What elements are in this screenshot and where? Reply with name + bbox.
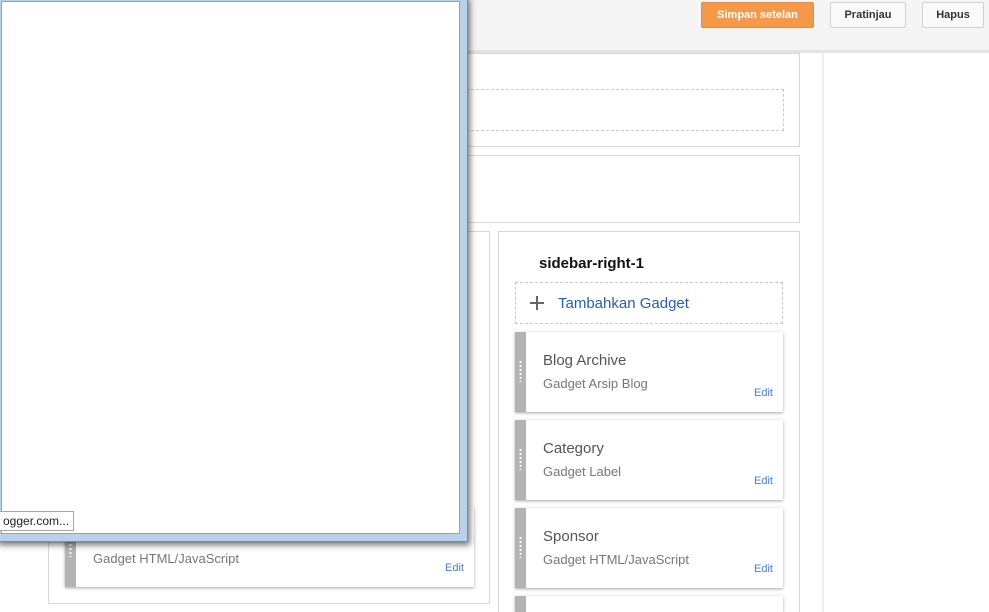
gadget-blog-archive[interactable]: Blog Archive Gadget Arsip Blog Edit — [515, 332, 783, 412]
drag-handle[interactable] — [515, 332, 526, 412]
gadget-edit-link[interactable]: Edit — [754, 563, 773, 575]
gadget-subtitle: Gadget Arsip Blog — [543, 376, 648, 391]
drag-handle[interactable] — [515, 420, 526, 500]
gadget-edit-link[interactable]: Edit — [445, 562, 464, 574]
plus-icon — [530, 296, 544, 310]
gadget-sponsor[interactable]: Sponsor Gadget HTML/JavaScript Edit — [515, 508, 783, 588]
grip-icon — [519, 448, 522, 470]
column-divider — [822, 53, 824, 612]
status-bar-url: ogger.com... — [0, 511, 75, 531]
gadget-category[interactable]: Category Gadget Label Edit — [515, 420, 783, 500]
section-title: sidebar-right-1 — [539, 255, 645, 272]
add-gadget-label: Tambahkan Gadget — [558, 294, 689, 312]
gadget-subtitle: Gadget HTML/JavaScript — [543, 552, 689, 567]
gadget-next-partial[interactable] — [515, 596, 783, 612]
popup-content — [1, 1, 460, 534]
header-add-gadget-area[interactable] — [461, 89, 784, 131]
drag-handle[interactable] — [515, 508, 526, 588]
gadget-subtitle: Gadget Label — [543, 464, 622, 479]
grip-icon — [519, 536, 522, 558]
grip-icon — [519, 360, 522, 382]
popup-window — [0, 0, 468, 542]
preview-button[interactable]: Pratinjau — [830, 2, 906, 28]
gadget-edit-link[interactable]: Edit — [754, 475, 773, 487]
save-settings-button[interactable]: Simpan setelan — [701, 2, 814, 28]
gadget-subtitle: Gadget HTML/JavaScript — [93, 551, 239, 566]
gadget-edit-link[interactable]: Edit — [754, 387, 773, 399]
delete-button[interactable]: Hapus — [922, 2, 984, 28]
gadget-title: Blog Archive — [543, 352, 627, 369]
drag-handle[interactable] — [515, 596, 526, 612]
gadget-title: Sponsor — [543, 528, 599, 545]
add-gadget-button[interactable]: Tambahkan Gadget — [515, 282, 783, 324]
gadget-title: Category — [543, 440, 604, 457]
